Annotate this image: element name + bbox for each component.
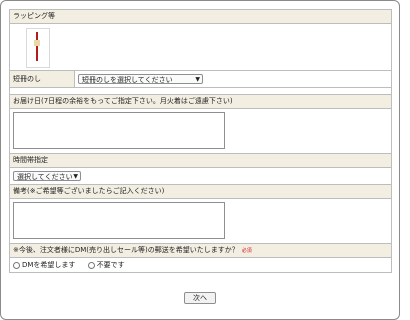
delivery-date-textarea[interactable] xyxy=(13,112,225,149)
next-button[interactable]: 次へ xyxy=(184,292,216,304)
time-slot-heading: 時間帯指定 xyxy=(10,154,391,168)
dm-yes-label[interactable]: DMを希望します xyxy=(22,261,75,269)
order-options-form: ラッピング等 短冊のし 短冊のしを選択してください ▼ お届け日(7日程の余裕を… xyxy=(9,9,392,273)
dm-options: DMを希望します 不要です xyxy=(10,258,391,273)
ribbon-stick-shape xyxy=(36,32,38,61)
dm-yes-radio[interactable] xyxy=(13,261,20,269)
time-slot-cell: 選択してください ▼ xyxy=(10,168,391,185)
dm-no-label[interactable]: 不要です xyxy=(97,261,125,269)
time-slot-select[interactable]: 選択してください ▼ xyxy=(13,171,81,181)
delivery-date-cell xyxy=(10,109,391,154)
wrapping-heading: ラッピング等 xyxy=(10,10,391,24)
dropdown-arrow-icon: ▼ xyxy=(195,76,200,83)
delivery-date-heading: お届け日(7日程の余裕をもってご指定下さい。月火着はご遠慮下さい) xyxy=(10,95,391,109)
wrapping-section xyxy=(10,24,391,71)
tanzaku-select[interactable]: 短冊のしを選択してください ▼ xyxy=(78,74,203,84)
dropdown-arrow-icon: ▼ xyxy=(73,173,78,180)
dm-question-heading: ※今後、注文者様にDM(売り出しセール等)の郵送を希望いたしますか？ 必須 xyxy=(10,244,391,258)
remarks-cell xyxy=(10,199,391,244)
tanzaku-label: 短冊のし xyxy=(10,71,75,87)
time-slot-select-value: 選択してください xyxy=(17,173,73,181)
remarks-heading: 備考(※ご希望等ございましたらご記入ください) xyxy=(10,185,391,199)
required-badge: 必須 xyxy=(241,248,252,254)
dm-no-radio[interactable] xyxy=(87,261,95,269)
ribbon-band-shape xyxy=(34,40,40,46)
ribbon-wrapping-image[interactable] xyxy=(26,28,50,68)
remarks-textarea[interactable] xyxy=(13,202,225,239)
tanzaku-row: 短冊のし 短冊のしを選択してください ▼ xyxy=(10,71,391,88)
tanzaku-select-value: 短冊のしを選択してください xyxy=(82,76,173,84)
section-spacer xyxy=(10,88,391,95)
dm-question-text: ※今後、注文者様にDM(売り出しセール等)の郵送を希望いたしますか？ xyxy=(13,246,239,254)
